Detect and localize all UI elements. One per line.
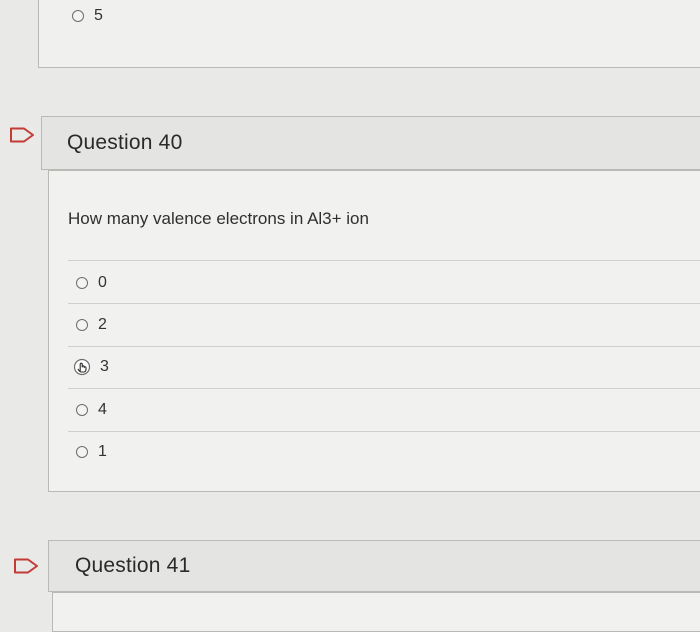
- question-41-body: [52, 592, 700, 632]
- option-label: 4: [98, 401, 107, 418]
- question-40-title: Question 40: [67, 131, 183, 154]
- option-label: 3: [100, 358, 109, 375]
- option-3[interactable]: 3: [73, 358, 109, 376]
- option-4[interactable]: 4: [76, 401, 107, 419]
- divider: [68, 346, 700, 347]
- radio-button[interactable]: [76, 319, 88, 331]
- radio-button[interactable]: [76, 277, 88, 289]
- question-41-title: Question 41: [75, 554, 191, 577]
- radio-button[interactable]: [76, 404, 88, 416]
- option-label: 5: [94, 7, 103, 24]
- radio-button[interactable]: [76, 446, 88, 458]
- option-1[interactable]: 1: [76, 443, 107, 461]
- divider: [68, 303, 700, 304]
- option-label: 2: [98, 316, 107, 333]
- hand-pointer-icon: [73, 358, 91, 376]
- option-2[interactable]: 2: [76, 316, 107, 334]
- question-prompt: How many valence electrons in Al3+ ion: [68, 209, 369, 228]
- flag-outline-icon[interactable]: [9, 127, 35, 143]
- previous-question-card: 5: [38, 0, 700, 68]
- option-0[interactable]: 0: [76, 274, 107, 292]
- divider: [68, 431, 700, 432]
- radio-button[interactable]: [72, 10, 84, 22]
- option-label: 0: [98, 274, 107, 291]
- option-label: 1: [98, 443, 107, 460]
- flag-outline-icon[interactable]: [13, 558, 39, 574]
- divider: [68, 260, 700, 261]
- option-5[interactable]: 5: [72, 7, 103, 25]
- divider: [68, 388, 700, 389]
